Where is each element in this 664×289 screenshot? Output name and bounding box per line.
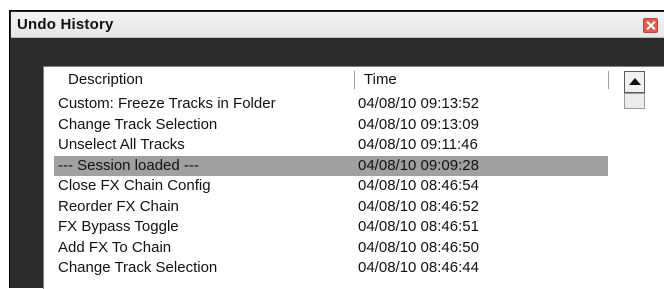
undo-history-list[interactable]: Description Time Custom: Freeze Tracks i… (43, 66, 664, 289)
table-row[interactable]: Reorder FX Chain 04/08/10 08:46:52 (54, 197, 608, 218)
table-row[interactable]: FX Bypass Toggle 04/08/10 08:46:51 (54, 217, 608, 238)
table-row[interactable]: Close FX Chain Config 04/08/10 08:46:54 (54, 176, 608, 197)
vertical-scrollbar[interactable] (624, 71, 645, 289)
table-row[interactable]: --- Session loaded --- 04/08/10 09:09:28 (54, 155, 608, 176)
row-time: 04/08/10 08:46:52 (358, 197, 479, 215)
row-description: FX Bypass Toggle (58, 218, 179, 235)
row-description: Close FX Chain Config (58, 177, 211, 194)
window-title: Undo History (17, 16, 114, 33)
scroll-thumb[interactable] (624, 93, 645, 109)
row-description: Change Track Selection (58, 259, 218, 276)
table-row[interactable]: Change Track Selection 04/08/10 08:46:44 (54, 258, 608, 279)
list-rows: Custom: Freeze Tracks in Folder 04/08/10 … (54, 94, 608, 279)
column-divider[interactable] (354, 71, 355, 89)
row-time: 04/08/10 08:46:44 (358, 259, 479, 276)
row-description: Custom: Freeze Tracks in Folder (58, 95, 276, 112)
close-icon[interactable] (643, 18, 658, 33)
column-header-description[interactable]: Description (68, 67, 143, 93)
row-description: Add FX To Chain (58, 238, 172, 256)
table-row[interactable]: Add FX To Chain 04/08/10 08:46:50 (54, 238, 608, 259)
column-header-time[interactable]: Time (364, 67, 397, 93)
row-time: 04/08/10 08:46:51 (358, 218, 479, 235)
column-divider[interactable] (608, 71, 609, 89)
title-bar[interactable]: Undo History (11, 12, 664, 38)
scroll-up-arrow-icon[interactable] (624, 71, 645, 93)
row-description: Unselect All Tracks (58, 136, 185, 153)
row-time: 04/08/10 09:09:28 (358, 156, 479, 174)
table-row[interactable]: Unselect All Tracks 04/08/10 09:11:46 (54, 135, 608, 156)
row-time: 04/08/10 08:46:50 (358, 238, 479, 256)
row-time: 04/08/10 09:11:46 (358, 136, 478, 153)
row-description: Change Track Selection (58, 115, 218, 133)
table-row[interactable]: Change Track Selection 04/08/10 09:13:09 (54, 115, 608, 136)
row-description: Reorder FX Chain (58, 197, 179, 215)
row-time: 04/08/10 09:13:52 (358, 95, 479, 112)
undo-history-window: Undo History Description Time Custom: Fr… (9, 10, 664, 289)
row-time: 04/08/10 09:13:09 (358, 115, 479, 133)
table-row[interactable]: Custom: Freeze Tracks in Folder 04/08/10 … (54, 94, 608, 115)
row-time: 04/08/10 08:46:54 (358, 177, 479, 194)
list-header: Description Time (44, 67, 634, 93)
row-description: --- Session loaded --- (58, 156, 199, 174)
